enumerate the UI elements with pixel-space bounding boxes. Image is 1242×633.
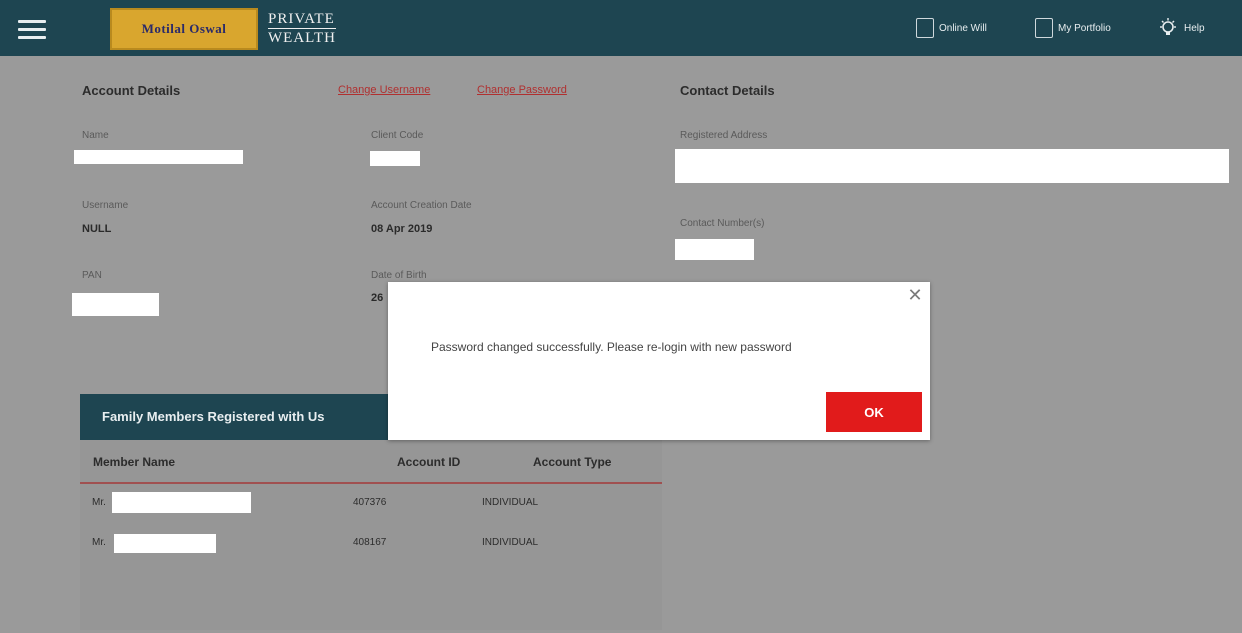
account-id-cell: 407376 bbox=[353, 497, 387, 508]
contact-details-heading: Contact Details bbox=[680, 83, 775, 98]
brand-logo[interactable]: Motilal Oswal bbox=[110, 8, 258, 50]
pan-label: PAN bbox=[82, 270, 102, 281]
redacted-name bbox=[74, 150, 243, 164]
member-name-prefix: Mr. bbox=[92, 497, 106, 508]
registered-address-label: Registered Address bbox=[680, 130, 768, 141]
account-id-cell: 408167 bbox=[353, 537, 387, 548]
dialog-message: Password changed successfully. Please re… bbox=[431, 340, 792, 354]
username-value: NULL bbox=[82, 223, 112, 235]
account-creation-value: 08 Apr 2019 bbox=[371, 223, 433, 235]
ok-button[interactable]: OK bbox=[826, 392, 922, 432]
redacted-member-name bbox=[112, 492, 251, 513]
nav-help-label: Help bbox=[1184, 22, 1205, 34]
nav-online-will[interactable]: Online Will bbox=[916, 18, 987, 38]
nav-help[interactable]: Help bbox=[1158, 18, 1205, 38]
member-name-prefix: Mr. bbox=[92, 537, 106, 548]
contact-number-label: Contact Number(s) bbox=[680, 218, 765, 229]
redacted-address bbox=[675, 149, 1229, 183]
portfolio-icon bbox=[1035, 18, 1053, 38]
col-account-type: Account Type bbox=[533, 455, 612, 469]
dob-label: Date of Birth bbox=[371, 270, 427, 281]
col-account-id: Account ID bbox=[397, 455, 461, 469]
name-label: Name bbox=[82, 130, 109, 141]
lightbulb-icon bbox=[1160, 18, 1176, 35]
username-label: Username bbox=[82, 200, 129, 211]
account-type-cell: INDIVIDUAL bbox=[482, 497, 539, 508]
family-table-header: Member Name Account ID Account Type bbox=[80, 440, 662, 484]
change-username-link[interactable]: Change Username bbox=[338, 84, 430, 96]
client-code-label: Client Code bbox=[371, 130, 424, 141]
success-dialog: ✕ Password changed successfully. Please … bbox=[388, 282, 930, 440]
account-creation-label: Account Creation Date bbox=[371, 200, 472, 211]
brand-logo-text: Motilal Oswal bbox=[141, 21, 227, 36]
brand-line-wealth: WEALTH bbox=[268, 30, 336, 46]
family-panel-title: Family Members Registered with Us bbox=[102, 409, 325, 424]
col-member-name: Member Name bbox=[93, 455, 176, 469]
redacted-client-code bbox=[370, 151, 420, 166]
change-password-link[interactable]: Change Password bbox=[477, 84, 567, 96]
account-details-heading: Account Details bbox=[82, 83, 181, 98]
nav-my-portfolio-label: My Portfolio bbox=[1058, 22, 1111, 34]
nav-my-portfolio[interactable]: My Portfolio bbox=[1035, 18, 1111, 38]
nav-online-will-label: Online Will bbox=[939, 22, 987, 34]
redacted-member-name bbox=[114, 534, 216, 553]
redacted-contact-number bbox=[675, 239, 754, 260]
account-type-cell: INDIVIDUAL bbox=[482, 537, 539, 548]
document-icon bbox=[916, 18, 934, 38]
dob-value: 26 bbox=[371, 292, 384, 304]
hamburger-menu-icon[interactable] bbox=[18, 20, 46, 39]
brand-subtitle: PRIVATE WEALTH bbox=[268, 10, 336, 47]
top-header: Motilal Oswal PRIVATE WEALTH Online Will… bbox=[0, 0, 1242, 56]
brand-line-private: PRIVATE bbox=[268, 11, 336, 29]
close-icon[interactable]: ✕ bbox=[906, 286, 924, 304]
redacted-pan bbox=[72, 293, 159, 316]
